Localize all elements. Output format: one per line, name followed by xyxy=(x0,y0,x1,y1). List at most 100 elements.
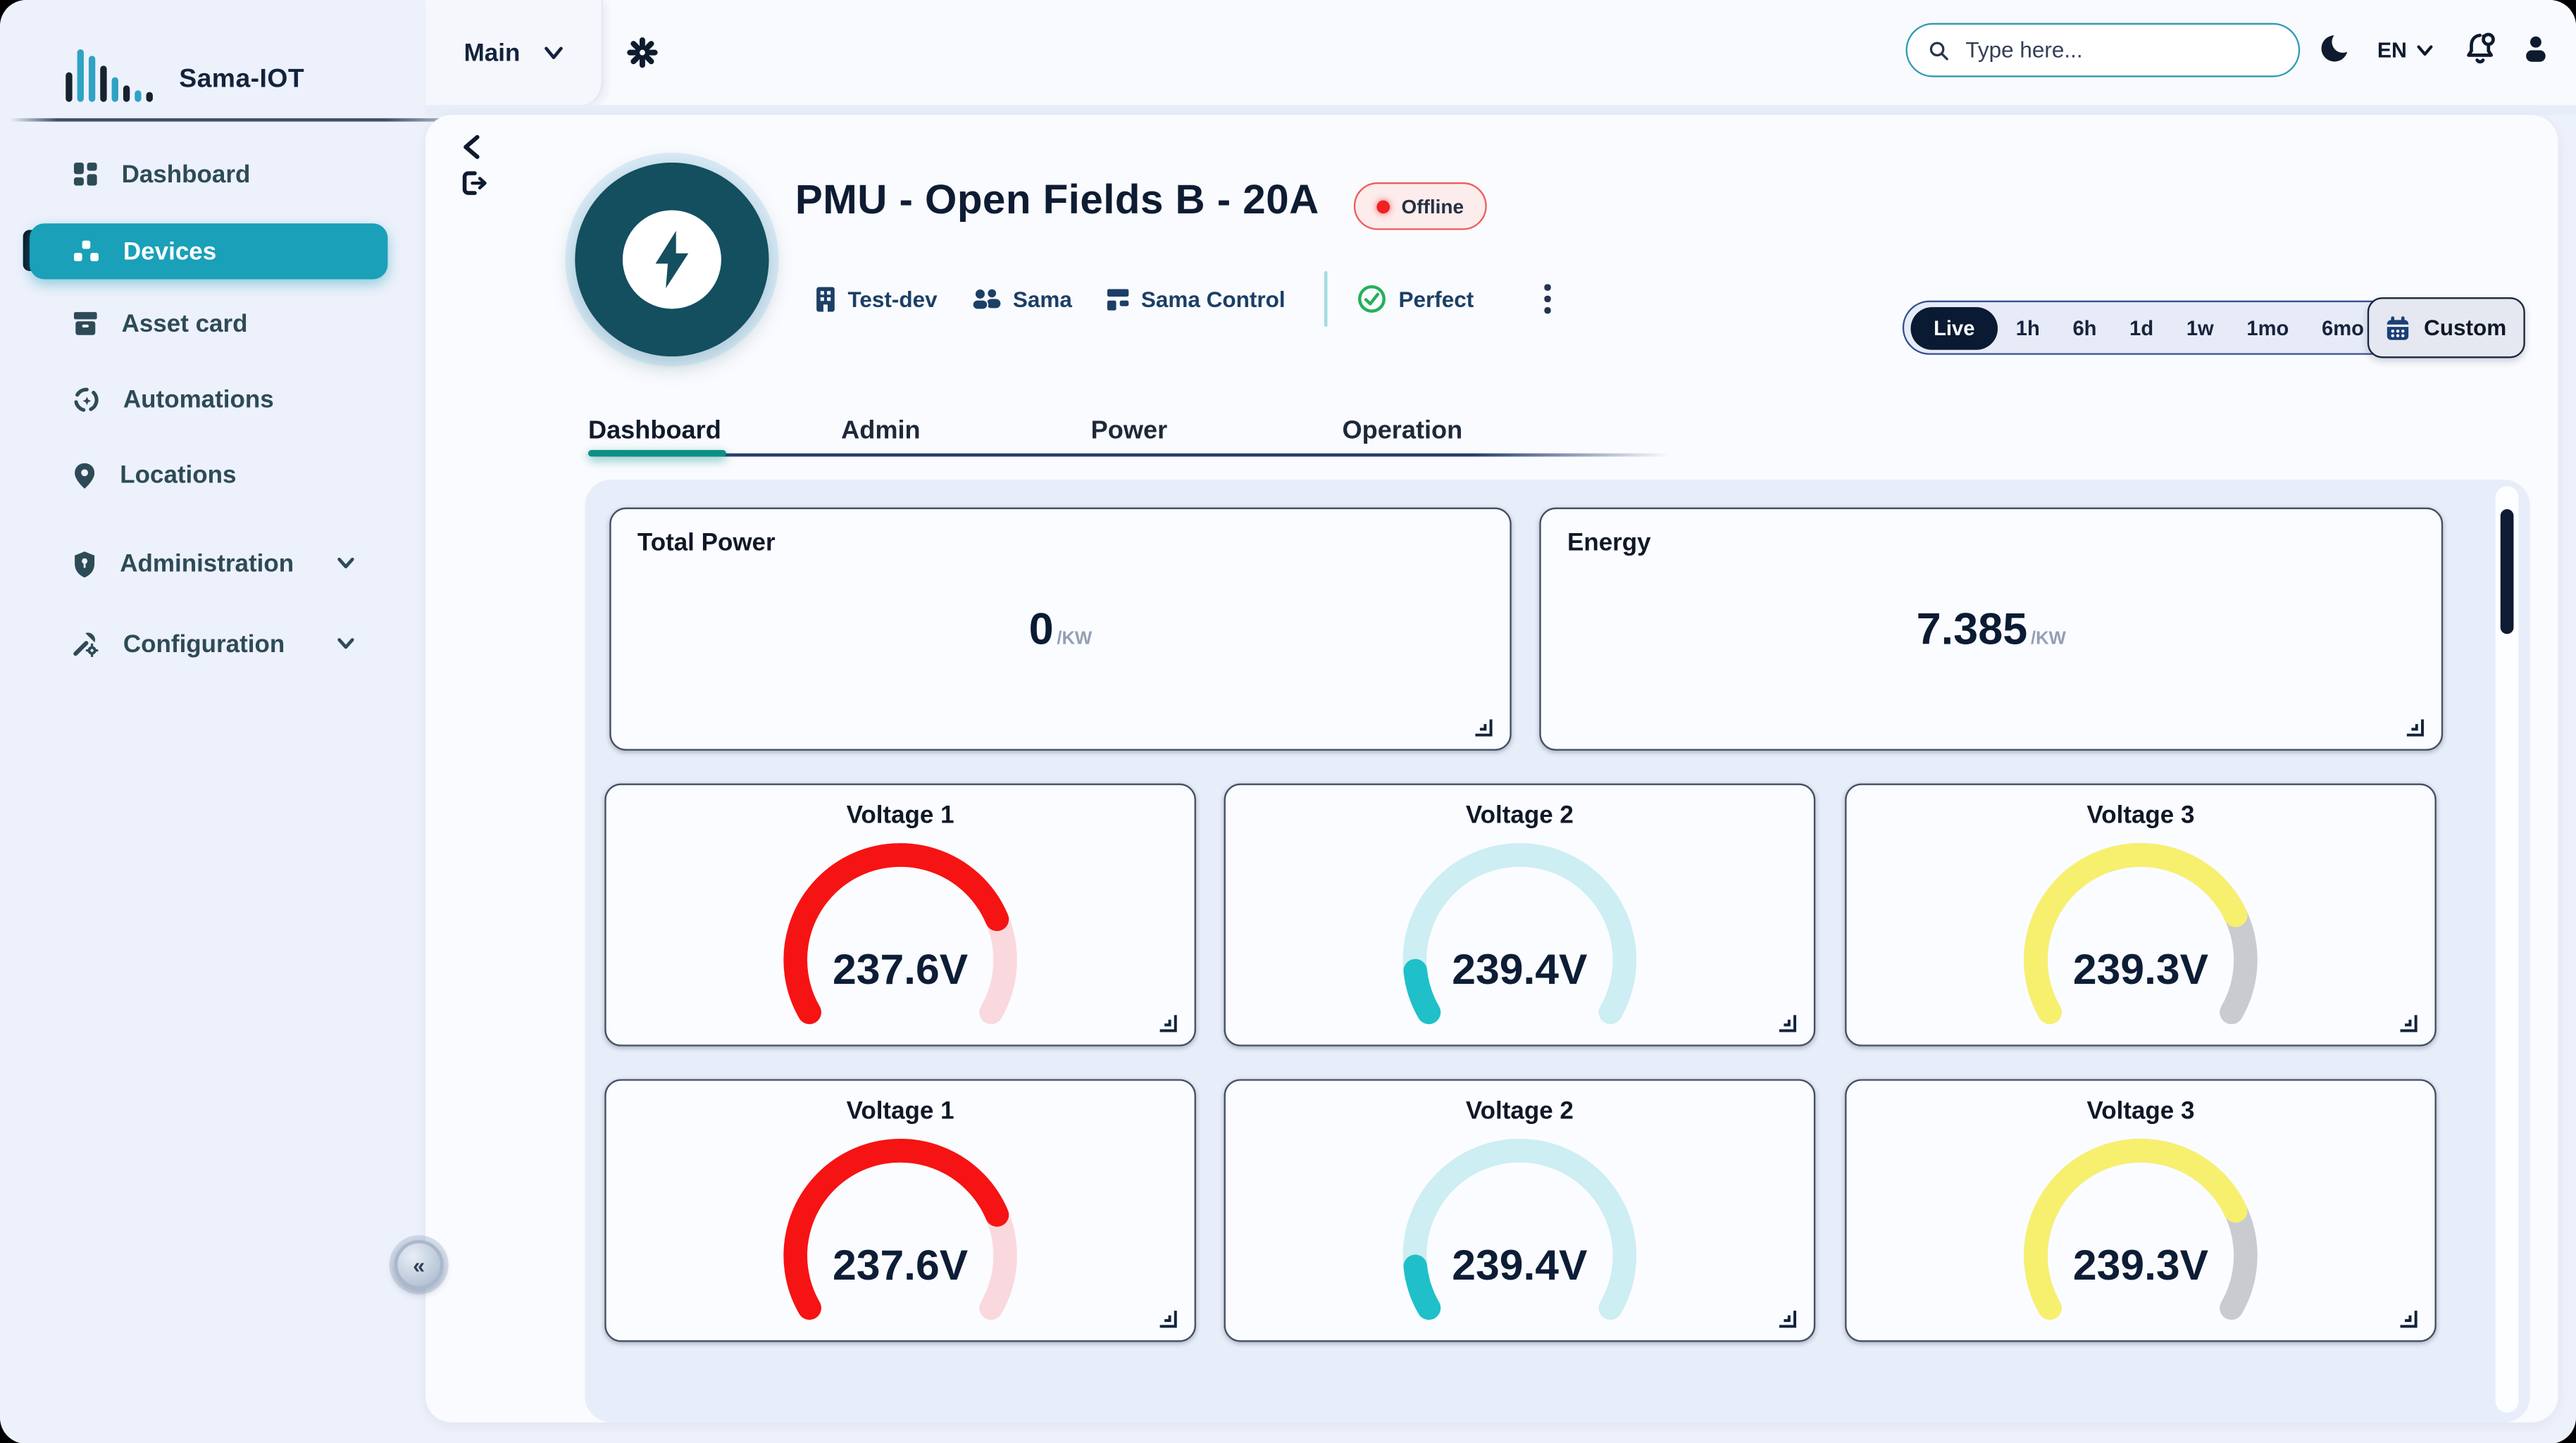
language-selector[interactable]: EN xyxy=(2377,38,2433,63)
configuration-tools-icon xyxy=(73,631,101,657)
topbar-divider xyxy=(425,105,2576,115)
active-tab-indicator xyxy=(588,450,726,456)
locations-icon xyxy=(73,461,97,489)
check-circle-icon xyxy=(1357,284,1387,313)
status-label: Offline xyxy=(1401,194,1464,218)
scrollbar-thumb[interactable] xyxy=(2501,509,2514,634)
gauge-value: 239.3V xyxy=(1847,1240,2435,1291)
brand-name: Sama-IOT xyxy=(179,65,304,101)
scrollbar-track[interactable] xyxy=(2496,486,2519,1412)
time-range-6h[interactable]: 6h xyxy=(2058,316,2111,339)
time-range-1mo[interactable]: 1mo xyxy=(2232,316,2303,339)
time-range-group: Live 1h 6h 1d 1w 1mo 6mo 1y xyxy=(1903,301,2443,355)
notifications-bell-icon[interactable] xyxy=(2464,31,2499,75)
voltage-gauge xyxy=(1972,1123,2310,1344)
voltage-3-card: Voltage 3 239.3V xyxy=(1845,784,2437,1047)
brand-logo: Sama-IOT xyxy=(66,43,304,102)
group-label: Sama Control xyxy=(1141,287,1286,311)
energy-unit: /KW xyxy=(2031,629,2066,649)
corner-resize-icon[interactable] xyxy=(1157,1308,1178,1329)
total-power-card: Total Power 0 /KW xyxy=(609,508,1511,751)
meta-divider xyxy=(1325,271,1329,327)
corner-resize-icon[interactable] xyxy=(2397,1308,2418,1329)
corner-resize-icon[interactable] xyxy=(1776,1308,1797,1329)
total-power-value: 0 xyxy=(1029,604,1054,655)
health-label: Perfect xyxy=(1399,287,1474,311)
app-window: Sama-IOT Dashboard Devices Asset card Au… xyxy=(0,0,2576,1443)
gauge-title: Voltage 1 xyxy=(606,801,1195,830)
energy-value: 7.385 xyxy=(1917,604,2028,655)
sidebar-item-label: Administration xyxy=(120,549,294,577)
chevron-down-icon xyxy=(337,637,355,651)
exit-logout-icon[interactable] xyxy=(461,171,487,204)
voltage-3-card: Voltage 3 239.3V xyxy=(1845,1079,2437,1342)
workspace-selector[interactable]: Main xyxy=(425,0,603,105)
sidebar-item-label: Asset card xyxy=(122,310,248,338)
dashboard-icon xyxy=(73,161,99,187)
automations-icon xyxy=(73,385,101,413)
building-icon xyxy=(815,286,836,312)
sidebar-item-administration[interactable]: Administration xyxy=(30,535,387,591)
voltage-gauge xyxy=(1350,827,1688,1048)
chevron-down-icon xyxy=(337,557,355,570)
voltage-gauge xyxy=(731,1123,1069,1344)
sidebar-item-asset-card[interactable]: Asset card xyxy=(30,296,387,351)
more-options-kebab-icon[interactable] xyxy=(1540,280,1555,318)
time-range-1h[interactable]: 1h xyxy=(2001,316,2055,339)
tab-operation[interactable]: Operation xyxy=(1342,417,1462,446)
sidebar-item-automations[interactable]: Automations xyxy=(30,371,387,427)
device-site: Test-dev xyxy=(815,286,938,312)
sidebar-item-label: Locations xyxy=(120,461,236,489)
workspace-label: Main xyxy=(464,39,521,67)
device-health: Perfect xyxy=(1357,284,1474,313)
device-owner: Sama xyxy=(970,287,1072,311)
sidebar-collapse-button[interactable]: « xyxy=(394,1240,444,1289)
calendar-icon xyxy=(2386,315,2410,341)
voltage-2-card: Voltage 2 239.4V xyxy=(1224,1079,1816,1342)
page-title: PMU - Open Fields B - 20A xyxy=(795,177,1319,225)
sidebar-divider xyxy=(10,118,480,122)
settings-gear-icon[interactable] xyxy=(626,36,659,77)
sidebar-item-locations[interactable]: Locations xyxy=(30,446,387,502)
widgets-panel: Total Power 0 /KW Energy 7.385 /KW xyxy=(585,480,2530,1423)
tabs-baseline xyxy=(585,454,1669,457)
corner-resize-icon[interactable] xyxy=(1472,716,1493,737)
tab-admin[interactable]: Admin xyxy=(841,417,920,446)
back-chevron-icon[interactable] xyxy=(461,135,481,168)
voltage-gauge xyxy=(731,827,1069,1048)
site-label: Test-dev xyxy=(847,287,937,311)
user-profile-icon[interactable] xyxy=(2522,35,2550,73)
corner-resize-icon[interactable] xyxy=(1776,1012,1797,1033)
owner-label: Sama xyxy=(1013,287,1072,311)
device-meta-row: Test-dev Sama Sama Control Perfect xyxy=(815,269,1555,328)
dark-mode-moon-icon[interactable] xyxy=(2320,33,2351,73)
asset-card-icon xyxy=(73,311,99,337)
topbar: Main EN xyxy=(425,0,2576,105)
time-range-1w[interactable]: 1w xyxy=(2172,316,2229,339)
sidebar-item-configuration[interactable]: Configuration xyxy=(30,616,387,672)
sidebar-item-label: Configuration xyxy=(123,630,285,658)
chevron-down-icon xyxy=(543,45,563,60)
energy-card: Energy 7.385 /KW xyxy=(1539,508,2443,751)
tab-dashboard[interactable]: Dashboard xyxy=(588,417,721,446)
search-input[interactable] xyxy=(1962,36,2277,64)
custom-range-button[interactable]: Custom xyxy=(2367,297,2525,358)
search-icon xyxy=(1929,39,1949,62)
time-range-live[interactable]: Live xyxy=(1910,306,1998,349)
sidebar: Sama-IOT Dashboard Devices Asset card Au… xyxy=(0,0,425,1443)
time-range-1d[interactable]: 1d xyxy=(2115,316,2168,339)
corner-resize-icon[interactable] xyxy=(2403,716,2425,737)
voltage-gauge xyxy=(1972,827,2310,1048)
corner-resize-icon[interactable] xyxy=(2397,1012,2418,1033)
voltage-1-card: Voltage 1 237.6V xyxy=(604,784,1196,1047)
lightning-bolt-icon xyxy=(623,211,721,309)
sidebar-item-label: Dashboard xyxy=(122,160,251,188)
sidebar-item-label: Automations xyxy=(123,385,274,413)
sidebar-item-dashboard[interactable]: Dashboard xyxy=(30,146,387,202)
sidebar-item-devices[interactable]: Devices xyxy=(30,223,387,279)
gauge-title: Voltage 1 xyxy=(606,1097,1195,1125)
gauge-title: Voltage 3 xyxy=(1847,1097,2435,1125)
tab-power[interactable]: Power xyxy=(1091,417,1167,446)
gauge-value: 239.3V xyxy=(1847,944,2435,995)
corner-resize-icon[interactable] xyxy=(1157,1012,1178,1033)
